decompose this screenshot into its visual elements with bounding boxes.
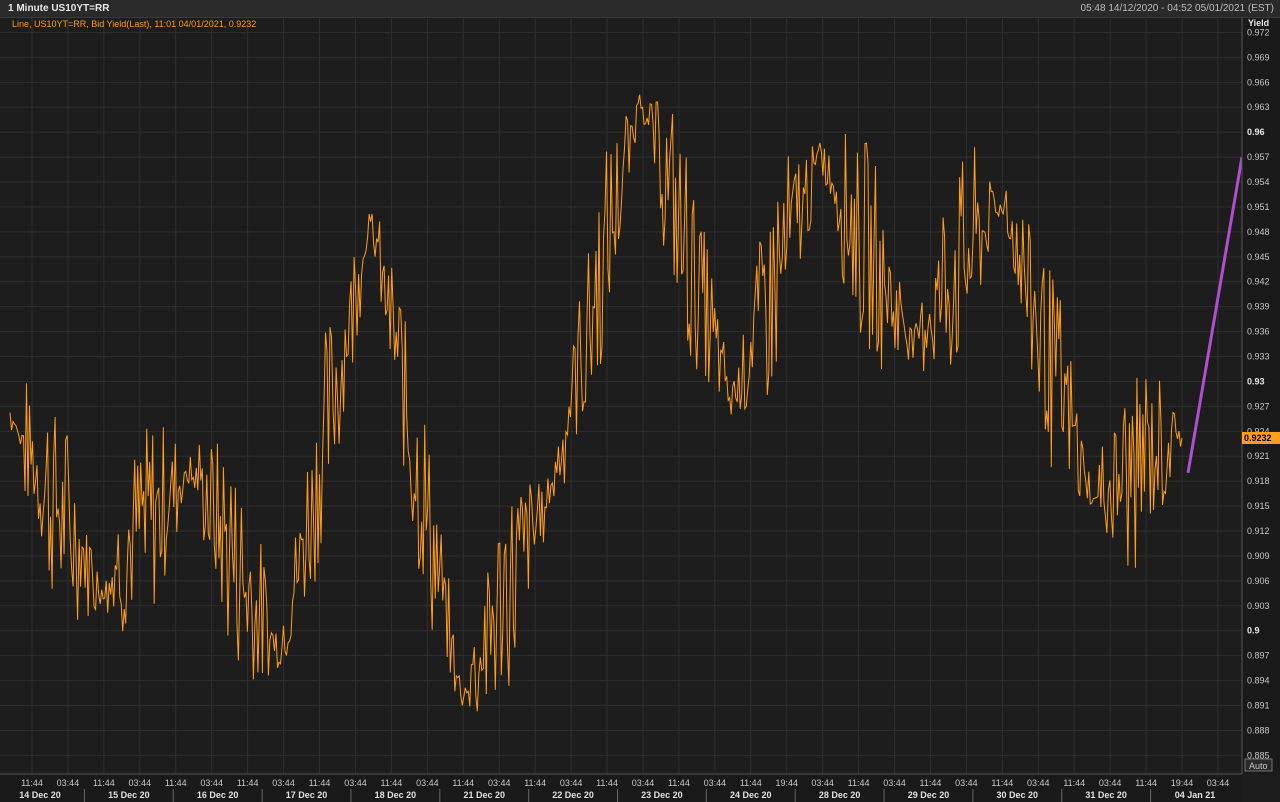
- x-time-tick: 03:44: [129, 778, 152, 788]
- chart-header: 1 Minute US10YT=RR 05:48 14/12/2020 - 04…: [0, 0, 1280, 18]
- x-time-tick: 11:44: [309, 778, 331, 788]
- x-date-label: 04 Jan 21: [1175, 790, 1216, 800]
- x-time-tick: 03:44: [632, 778, 655, 788]
- x-time-tick: 11:44: [1135, 778, 1157, 788]
- auto-label: Auto: [1249, 761, 1268, 771]
- x-date-label: 14 Dec 20: [19, 790, 61, 800]
- y-tick-label: 0.888: [1247, 725, 1270, 735]
- x-time-tick: 11:44: [165, 778, 187, 788]
- x-date-label: 17 Dec 20: [286, 790, 328, 800]
- y-tick-label: 0.903: [1247, 601, 1270, 611]
- x-time-tick: 03:44: [488, 778, 511, 788]
- x-date-label: 30 Dec 20: [997, 790, 1039, 800]
- y-axis: 0.972 0.969 0.966 0.963 0.96 0.957 0.954 0.951 0…: [1241, 18, 1280, 774]
- last-value-label: 0.9232: [1244, 433, 1272, 443]
- y-tick-label: 0.909: [1247, 551, 1270, 561]
- y-tick-label: 0.972: [1247, 27, 1270, 37]
- x-date-label: 23 Dec 20: [641, 790, 683, 800]
- y-tick-label: 0.948: [1247, 227, 1270, 237]
- x-time-tick: 03:44: [1207, 778, 1230, 788]
- x-time-tick: 03:44: [560, 778, 583, 788]
- x-time-tick: 03:44: [811, 778, 834, 788]
- x-axis: 11:44 03:44 11:44 03:44 11:44 03:44 11:44 03:44…: [0, 773, 1242, 802]
- y-axis-label: Yield: [1248, 18, 1269, 28]
- x-time-tick: 03:44: [272, 778, 295, 788]
- plot-area[interactable]: [0, 18, 1242, 774]
- y-tick-label: 0.93: [1247, 376, 1265, 386]
- x-time-tick: 11:44: [991, 778, 1013, 788]
- y-tick-label: 0.912: [1247, 526, 1270, 536]
- x-time-tick: 03:44: [416, 778, 439, 788]
- x-time-tick: 03:44: [955, 778, 978, 788]
- y-tick-label: 0.906: [1247, 576, 1270, 586]
- y-tick-label: 0.936: [1247, 327, 1270, 337]
- date-range: 05:48 14/12/2020 - 04:52 05/01/2021 (EST…: [1080, 3, 1274, 14]
- x-time-tick: 03:44: [704, 778, 727, 788]
- x-date-label: 22 Dec 20: [552, 790, 594, 800]
- y-tick-label: 0.942: [1247, 277, 1270, 287]
- y-tick-label: 0.951: [1247, 202, 1270, 212]
- y-tick-label: 0.9: [1247, 626, 1260, 636]
- x-time-tick: 03:44: [200, 778, 223, 788]
- y-tick-label: 0.969: [1247, 52, 1270, 62]
- y-tick-label: 0.918: [1247, 476, 1270, 486]
- y-tick-label: 0.957: [1247, 152, 1270, 162]
- y-tick-label: 0.96: [1247, 127, 1265, 137]
- x-time-tick: 11:44: [380, 778, 402, 788]
- x-time-tick: 03:44: [1027, 778, 1050, 788]
- y-tick-label: 0.891: [1247, 701, 1270, 711]
- x-time-tick: 03:44: [57, 778, 80, 788]
- x-date-label: 21 Dec 20: [463, 790, 505, 800]
- x-time-tick: 11:44: [1063, 778, 1085, 788]
- x-time-tick: 03:44: [1099, 778, 1122, 788]
- y-tick-label: 0.963: [1247, 102, 1270, 112]
- y-tick-label: 0.939: [1247, 302, 1270, 312]
- x-time-tick: 11:44: [452, 778, 474, 788]
- x-time-tick: 03:44: [883, 778, 906, 788]
- y-tick-label: 0.933: [1247, 352, 1270, 362]
- x-date-label: 15 Dec 20: [108, 790, 150, 800]
- x-time-tick: 11:44: [920, 778, 942, 788]
- y-tick-label: 0.945: [1247, 252, 1270, 262]
- x-time-tick: 11:44: [740, 778, 762, 788]
- x-date-label: 28 Dec 20: [819, 790, 861, 800]
- x-date-label: 24 Dec 20: [730, 790, 772, 800]
- y-tick-label: 0.915: [1247, 501, 1270, 511]
- chart-title: 1 Minute US10YT=RR: [8, 3, 110, 14]
- x-time-tick: 11:44: [848, 778, 870, 788]
- x-time-tick: 11:44: [93, 778, 115, 788]
- y-tick-label: 0.921: [1247, 451, 1270, 461]
- x-date-label: 18 Dec 20: [375, 790, 417, 800]
- y-tick-label: 0.966: [1247, 77, 1270, 87]
- y-tick-label: 0.927: [1247, 401, 1270, 411]
- y-tick-label: 0.954: [1247, 177, 1270, 187]
- x-time-tick: 03:44: [344, 778, 367, 788]
- x-date-label: 31 Dec 20: [1085, 790, 1127, 800]
- x-date-label: 16 Dec 20: [197, 790, 239, 800]
- x-date-label: 29 Dec 20: [908, 790, 950, 800]
- x-time-tick: 11:44: [21, 778, 43, 788]
- y-tick-label: 0.897: [1247, 651, 1270, 661]
- legend-entry: Line, US10YT=RR, Bid Yield(Last), 11:01 …: [12, 19, 256, 29]
- x-time-tick: 11:44: [668, 778, 690, 788]
- x-time-tick: 19:44: [1171, 778, 1194, 788]
- yield-chart[interactable]: 0.972 0.969 0.966 0.963 0.96 0.957 0.954 0.951 0…: [0, 18, 1280, 802]
- x-time-tick: 11:44: [596, 778, 618, 788]
- y-tick-label: 0.894: [1247, 676, 1270, 686]
- x-time-tick: 11:44: [524, 778, 546, 788]
- x-time-tick: 11:44: [237, 778, 259, 788]
- x-time-tick: 19:44: [775, 778, 798, 788]
